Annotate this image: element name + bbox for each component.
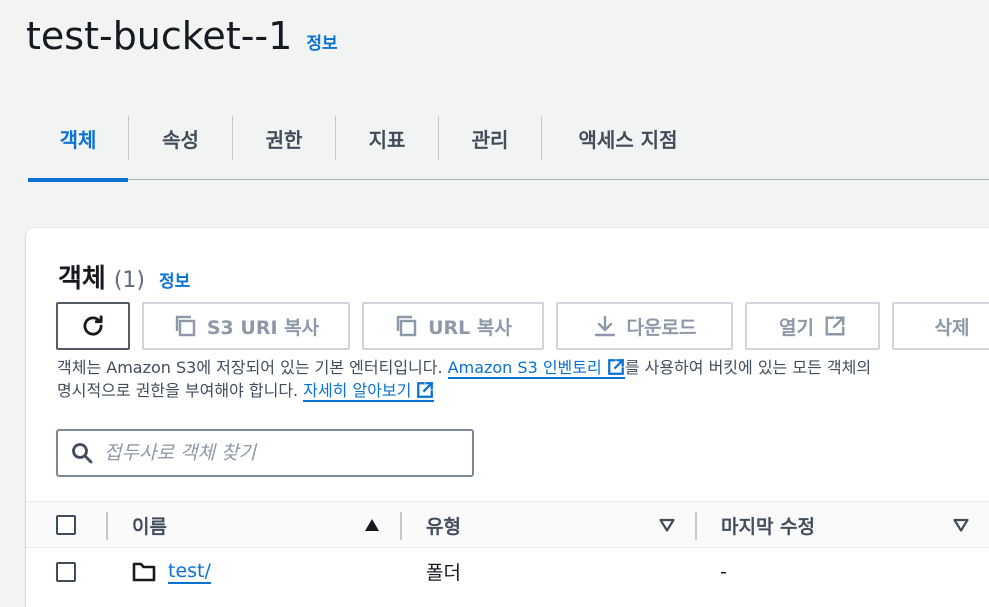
tab-properties[interactable]: 속성 [129,96,232,180]
panel-title: 객체 [58,264,106,294]
last-modified-cell: - [720,560,727,583]
object-count: (1) [113,268,146,293]
external-link-icon [607,358,625,375]
button-label: 열기 [779,316,814,339]
tab-label: 객체 [59,127,97,152]
description-text: 를 사용하여 버킷에 있는 모든 객체의 [624,358,872,377]
panel-info-link[interactable]: 정보 [159,267,190,292]
table-header: 이름 유형 마지막 수정 [26,501,989,548]
page-header: test-bucket--1 정보 [26,14,338,58]
select-all-checkbox[interactable] [56,515,76,535]
inventory-link-label: Amazon S3 인벤토리 [447,358,602,377]
column-header-name[interactable]: 이름 [132,502,167,548]
external-link-icon [825,316,845,336]
objects-panel: 객체 (1) 정보 S3 URI 복사 URL 복사 다운로드 열기 삭제 객체… [26,228,989,607]
description-line-1: 객체는 Amazon S3에 저장되어 있는 기본 엔터티입니다. Amazon… [57,356,989,379]
search-icon [72,443,93,464]
learn-more-link[interactable]: 자세히 알아보기 [303,381,435,402]
button-label: S3 URI 복사 [206,316,320,339]
description-text: 명시적으로 권한을 부여해야 합니다. [57,381,304,400]
copy-s3-uri-button[interactable]: S3 URI 복사 [142,302,350,350]
button-label: URL 복사 [428,316,512,339]
description-text: 객체는 Amazon S3에 저장되어 있는 기본 엔터티입니다. [57,358,448,377]
tab-permissions[interactable]: 권한 [233,96,335,180]
table-row[interactable]: test/ 폴더 - [26,548,989,595]
sort-ascending-icon[interactable] [364,518,380,532]
page-title: test-bucket--1 [26,14,293,58]
row-checkbox[interactable] [56,562,76,582]
sort-icon[interactable] [953,518,969,532]
button-label: 다운로드 [626,316,697,339]
tab-objects[interactable]: 객체 [28,96,128,182]
inventory-link[interactable]: Amazon S3 인벤토리 [447,358,625,379]
folder-icon [132,562,156,581]
tab-metrics[interactable]: 지표 [336,96,438,180]
copy-url-button[interactable]: URL 복사 [362,302,544,350]
copy-icon [396,315,417,337]
open-button[interactable]: 열기 [745,302,880,350]
column-header-last-modified[interactable]: 마지막 수정 [721,502,815,548]
description-line-2: 명시적으로 권한을 부여해야 합니다. 자세히 알아보기 [57,379,989,402]
objects-description: 객체는 Amazon S3에 저장되어 있는 기본 엔터티입니다. Amazon… [57,356,989,402]
search-input[interactable] [104,442,434,464]
tab-management[interactable]: 관리 [439,96,541,180]
refresh-button[interactable] [56,302,130,350]
panel-header: 객체 (1) 정보 [58,258,190,295]
tab-access-points[interactable]: 액세스 지점 [542,96,714,180]
tab-bar: 객체 속성 권한 지표 관리 액세스 지점 [28,96,989,182]
copy-icon [175,315,196,337]
tab-label: 지표 [368,127,406,152]
learn-more-label: 자세히 알아보기 [303,381,412,400]
column-header-type[interactable]: 유형 [426,502,461,548]
column-separator [400,512,402,540]
tab-label: 액세스 지점 [578,127,678,152]
tab-label: 관리 [471,127,509,152]
name-cell: test/ [132,548,211,595]
external-link-icon [417,381,434,398]
tab-label: 권한 [265,127,303,152]
column-separator [695,512,697,540]
button-label: 삭제 [934,316,970,339]
refresh-icon [83,315,103,336]
search-box [56,429,474,477]
sort-icon[interactable] [659,518,675,532]
download-button[interactable]: 다운로드 [556,302,733,350]
info-link[interactable]: 정보 [306,29,337,54]
download-icon [594,315,615,337]
column-separator [106,512,108,540]
tab-label: 속성 [162,127,199,152]
type-cell: 폴더 [426,562,461,584]
objects-table: 이름 유형 마지막 수정 test/ 폴더 - [26,501,989,595]
folder-link[interactable]: test/ [168,560,211,584]
delete-button[interactable]: 삭제 [892,302,989,350]
